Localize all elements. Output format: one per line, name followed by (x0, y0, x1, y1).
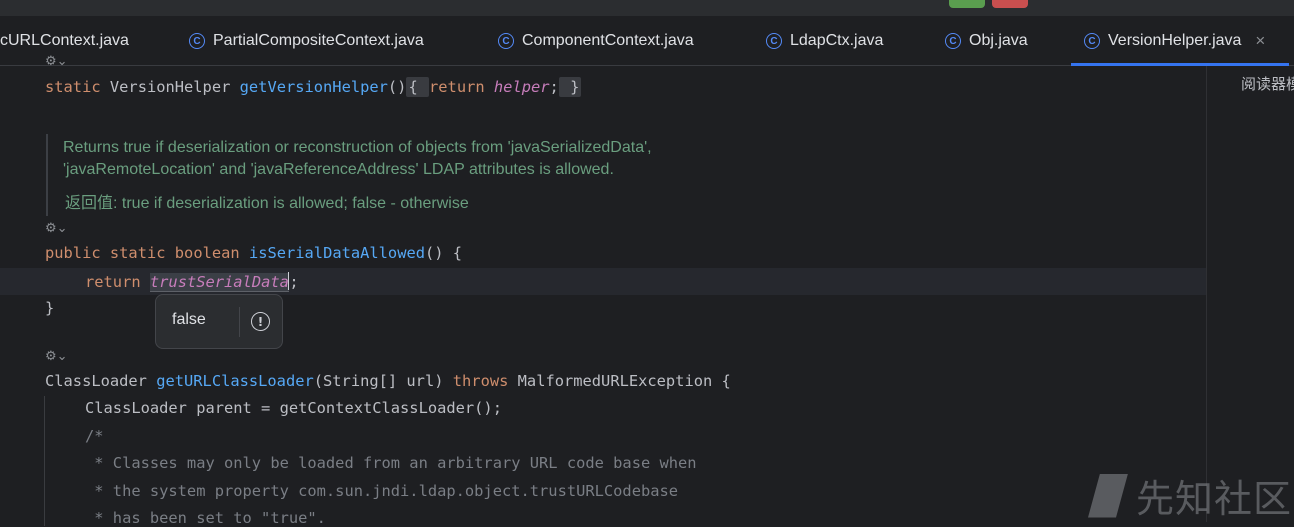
java-class-icon: C (189, 33, 205, 49)
tab-label: cURLContext.java (0, 32, 129, 49)
tab-label: ComponentContext.java (522, 32, 694, 49)
run-button[interactable] (949, 0, 985, 8)
tab-componentcontext[interactable]: C ComponentContext.java (498, 16, 694, 66)
code-line-get-url-class-loader: ClassLoader getURLClassLoader(String[] u… (45, 372, 731, 390)
popup-value: false (172, 311, 206, 328)
code-comment-start: /* (85, 427, 104, 445)
right-panel: 阅读器模式 (1206, 66, 1294, 522)
java-class-icon: C (945, 33, 961, 49)
gutter-marker-icon[interactable]: ⚙⌄ (45, 221, 68, 236)
popup-divider (239, 307, 240, 337)
watermark: 先知社区 (1088, 468, 1292, 523)
tab-partialcompositecontext[interactable]: C PartialCompositeContext.java (189, 16, 424, 66)
gutter-marker-icon[interactable]: ⚙⌄ (45, 349, 68, 364)
tab-label: Obj.java (969, 32, 1028, 49)
info-icon[interactable]: ! (251, 312, 270, 331)
watermark-text: 先知社区 (1136, 477, 1293, 521)
code-line-is-serial-data-allowed: public static boolean isSerialDataAllowe… (45, 244, 463, 262)
code-comment-line-2: * the system property com.sun.jndi.ldap.… (85, 482, 679, 500)
code-editor[interactable]: ⚙⌄ static VersionHelper getVersionHelper… (0, 54, 1206, 527)
doc-comment-bar (46, 134, 48, 216)
doc-line-1: Returns true if deserialization or recon… (63, 139, 652, 156)
tab-versionhelper[interactable]: C VersionHelper.java × (1070, 16, 1290, 66)
stop-button[interactable] (992, 0, 1028, 8)
java-class-icon: C (1084, 33, 1100, 49)
watermark-logo-icon (1088, 473, 1128, 518)
doc-line-2: 'javaRemoteLocation' and 'javaReferenceA… (63, 161, 614, 178)
tab-label: VersionHelper.java (1108, 32, 1242, 49)
code-comment-line-3: * has been set to "true". (85, 509, 326, 527)
doc-returns: 返回值: true if deserialization is allowed;… (65, 195, 469, 212)
tab-ldapctx[interactable]: C LdapCtx.java (766, 16, 883, 66)
reader-mode-toggle[interactable]: 阅读器模式 (1241, 73, 1294, 94)
folded-region-end[interactable]: } (558, 77, 582, 97)
tab-label: LdapCtx.java (790, 32, 884, 49)
code-line-get-version-helper: static VersionHelper getVersionHelper(){… (45, 77, 582, 97)
java-class-icon: C (766, 33, 782, 49)
folded-region[interactable]: { (406, 77, 430, 97)
inline-value-popup[interactable]: false ! (155, 294, 283, 349)
tab-label: PartialCompositeContext.java (213, 32, 424, 49)
top-toolbar-strip (0, 0, 1294, 16)
code-line-return-trust: return trustSerialData; (85, 272, 299, 292)
code-line-close-brace: } (45, 299, 55, 317)
indent-guide (44, 396, 45, 526)
code-line-parent: ClassLoader parent = getContextClassLoad… (85, 399, 502, 417)
gutter-marker-icon[interactable]: ⚙⌄ (45, 54, 68, 69)
java-class-icon: C (498, 33, 514, 49)
close-tab-icon[interactable]: × (1255, 31, 1265, 51)
editor-tab-bar: cURLContext.java C PartialCompositeConte… (0, 16, 1294, 66)
code-comment-line-1: * Classes may only be loaded from an arb… (85, 454, 697, 472)
tab-obj[interactable]: C Obj.java (945, 16, 1028, 66)
selected-identifier[interactable]: trustSerialData (149, 273, 289, 292)
